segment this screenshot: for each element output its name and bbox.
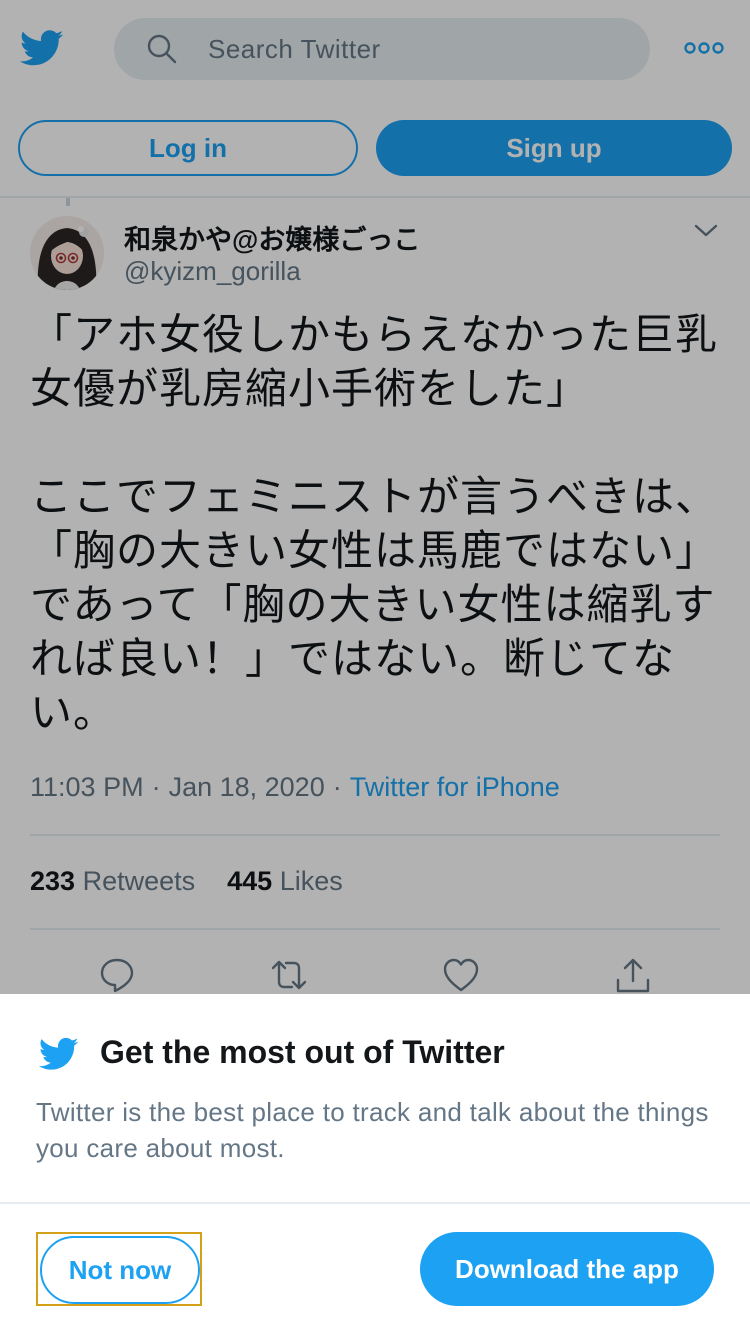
download-app-button[interactable]: Download the app — [420, 1232, 714, 1306]
not-now-focus-outline: Not now — [36, 1232, 202, 1306]
twitter-bird-icon — [38, 1037, 79, 1070]
sheet-title: Get the most out of Twitter — [100, 1034, 505, 1070]
page: Search Twitter Log in Sign up 和泉かや@お嬢様ごっ… — [0, 0, 750, 1334]
modal-backdrop[interactable] — [0, 0, 750, 994]
sheet-description: Twitter is the best place to track and t… — [36, 1097, 709, 1163]
not-now-button[interactable]: Not now — [40, 1236, 200, 1304]
divider — [0, 1202, 750, 1204]
app-promo-sheet: Get the most out of Twitter Twitter is t… — [0, 994, 750, 1334]
